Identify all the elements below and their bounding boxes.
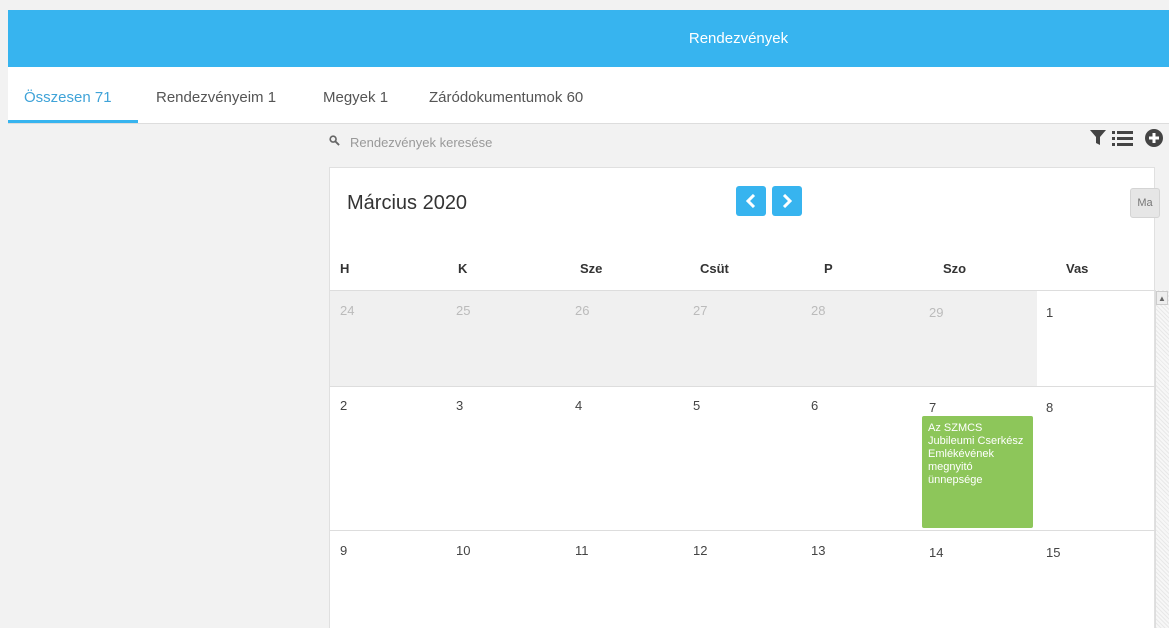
day-cell[interactable]: 4 <box>575 398 582 413</box>
calendar: Március 2020 Ma H K Sze Csüt P Szo Vas 2… <box>329 167 1160 628</box>
tab-bar: Összesen 71 Rendezvényeim 1 Megyek 1 Zár… <box>8 67 1169 124</box>
weekday-header: Szo <box>943 261 967 276</box>
calendar-scrollbar[interactable] <box>1155 290 1169 628</box>
weekday-header: P <box>824 261 833 276</box>
scroll-up-arrow-icon[interactable]: ▲ <box>1156 291 1168 305</box>
tab-zarodokumentumok[interactable]: Záródokumentumok 60 <box>429 67 583 122</box>
active-tab-indicator <box>8 120 138 123</box>
next-month-button[interactable] <box>772 186 802 216</box>
grid-divider <box>330 530 1156 531</box>
day-cell[interactable]: 24 <box>340 303 354 318</box>
day-cell[interactable]: 26 <box>575 303 589 318</box>
today-button[interactable]: Ma <box>1130 188 1160 218</box>
weekday-header: Vas <box>1066 261 1089 276</box>
add-circle-icon[interactable] <box>1145 129 1163 152</box>
chevron-left-icon <box>746 194 756 208</box>
day-cell[interactable]: 1 <box>1046 305 1053 320</box>
weekday-header: K <box>458 261 468 276</box>
search-icon <box>329 135 340 149</box>
filter-icon[interactable] <box>1090 129 1106 152</box>
weekday-header: Sze <box>580 261 603 276</box>
tab-megyek[interactable]: Megyek 1 <box>323 67 388 122</box>
page-title: Rendezvények <box>688 30 789 47</box>
day-cell[interactable]: 25 <box>456 303 470 318</box>
day-cell[interactable]: 12 <box>693 543 707 558</box>
day-cell[interactable]: 13 <box>811 543 825 558</box>
day-cell[interactable]: 2 <box>340 398 347 413</box>
day-cell[interactable]: 11 <box>575 543 589 558</box>
day-cell[interactable]: 5 <box>693 398 700 413</box>
app-header: Rendezvények <box>8 10 1169 67</box>
day-cell[interactable]: 15 <box>1046 545 1060 560</box>
search-input[interactable] <box>350 134 950 150</box>
tab-osszesen[interactable]: Összesen 71 <box>24 67 112 122</box>
day-cell[interactable]: 8 <box>1046 400 1053 415</box>
day-cell[interactable]: 6 <box>811 398 818 413</box>
day-cell[interactable]: 10 <box>456 543 470 558</box>
day-cell[interactable]: 28 <box>811 303 825 318</box>
search-bar <box>329 131 1029 153</box>
prev-month-button[interactable] <box>736 186 766 216</box>
list-icon[interactable] <box>1112 129 1134 152</box>
day-cell[interactable]: 3 <box>456 398 463 413</box>
calendar-title: Március 2020 <box>347 192 468 214</box>
day-cell[interactable]: 7 <box>929 400 936 415</box>
tab-rendezvenyeim[interactable]: Rendezvényeim 1 <box>156 67 276 122</box>
weekday-header: H <box>340 261 350 276</box>
chevron-right-icon <box>782 194 792 208</box>
day-cell[interactable]: 27 <box>693 303 707 318</box>
grid-divider <box>330 290 1156 291</box>
grid-divider <box>330 386 1156 387</box>
weekday-header: Csüt <box>700 261 729 276</box>
day-cell[interactable]: 9 <box>340 543 347 558</box>
calendar-event[interactable]: Az SZMCS Jubileumi Cserkész Emlékévének … <box>922 416 1033 528</box>
day-cell[interactable]: 29 <box>929 305 943 320</box>
day-cell[interactable]: 14 <box>929 545 943 560</box>
